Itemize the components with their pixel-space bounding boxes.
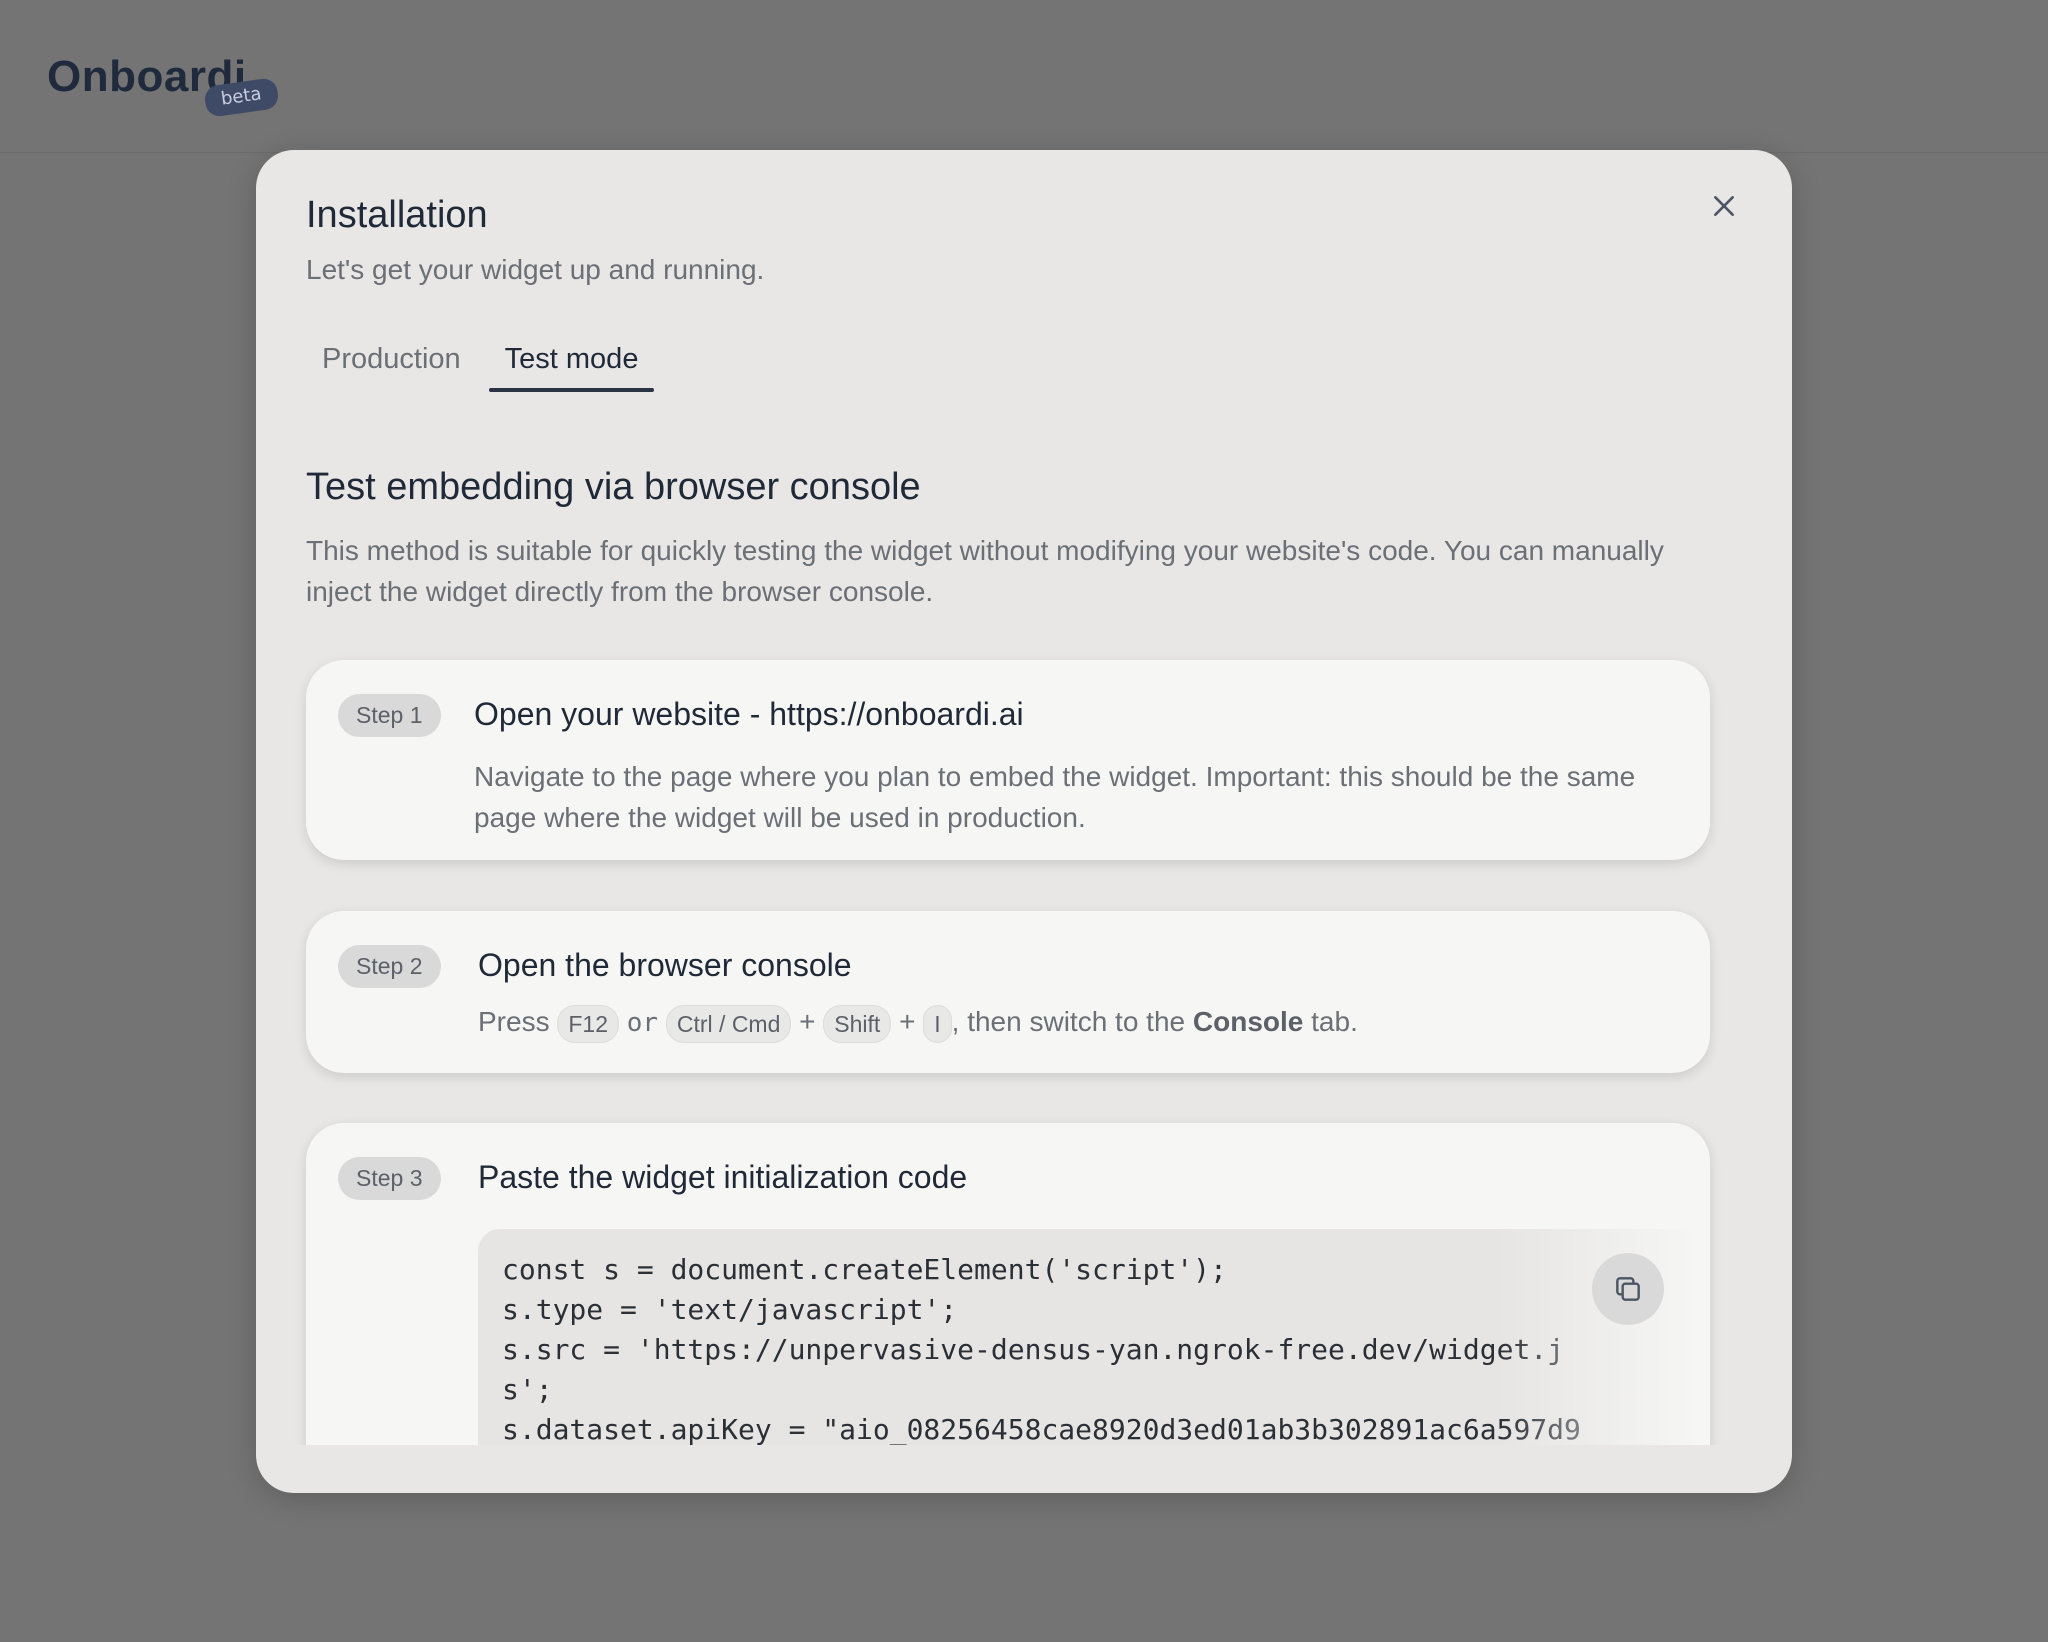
plus-sign: +: [799, 1006, 816, 1037]
copy-button[interactable]: [1592, 1253, 1664, 1325]
step-badge: Step 3: [338, 1157, 441, 1200]
installation-modal: Installation Let's get your widget up an…: [256, 150, 1792, 1493]
plus-sign: +: [899, 1006, 916, 1037]
code-block[interactable]: const s = document.createElement('script…: [478, 1229, 1698, 1445]
key-ctrl-cmd: Ctrl / Cmd: [665, 1004, 792, 1043]
then-text: , then switch to the: [951, 1006, 1186, 1037]
key-shift: Shift: [823, 1004, 892, 1043]
step-badge: Step 1: [338, 694, 441, 737]
or-text: or: [626, 1008, 659, 1038]
key-i: I: [923, 1004, 952, 1043]
step-body: Navigate to the page where you plan to e…: [474, 761, 1636, 833]
step-badge: Step 2: [338, 945, 441, 988]
press-text: Press: [478, 1006, 550, 1037]
copy-icon: [1616, 1277, 1640, 1301]
step-card-2: Step 2 Open the browser console Press F1…: [306, 911, 1710, 1073]
code-line: s';: [502, 1373, 553, 1406]
key-f12: F12: [557, 1004, 619, 1043]
step-card-3: Step 3 Paste the widget initialization c…: [306, 1123, 1710, 1445]
steps-scroll-area[interactable]: Step 1 Open your website - https://onboa…: [256, 150, 1792, 1445]
tab-text: tab.: [1311, 1006, 1358, 1037]
step-title: Open the browser console: [478, 947, 852, 983]
console-text: Console: [1192, 1006, 1304, 1037]
top-bar: Onboardi beta: [0, 0, 2048, 153]
code-line: const s = document.createElement('script…: [502, 1253, 1227, 1286]
step-card-1: Step 1 Open your website - https://onboa…: [306, 660, 1710, 860]
code-line: s.src = 'https://unpervasive-densus-yan.…: [502, 1333, 1565, 1366]
code-line: s.type = 'text/javascript';: [502, 1293, 958, 1326]
code-line: s.dataset.apiKey = "aio_08256458cae8920d…: [502, 1413, 1581, 1445]
step-title: Open your website - https://onboardi.ai: [474, 696, 1024, 732]
step-body: Press F12 or Ctrl / Cmd + Shift + I, the…: [478, 1001, 1698, 1044]
step-title: Paste the widget initialization code: [478, 1159, 968, 1195]
